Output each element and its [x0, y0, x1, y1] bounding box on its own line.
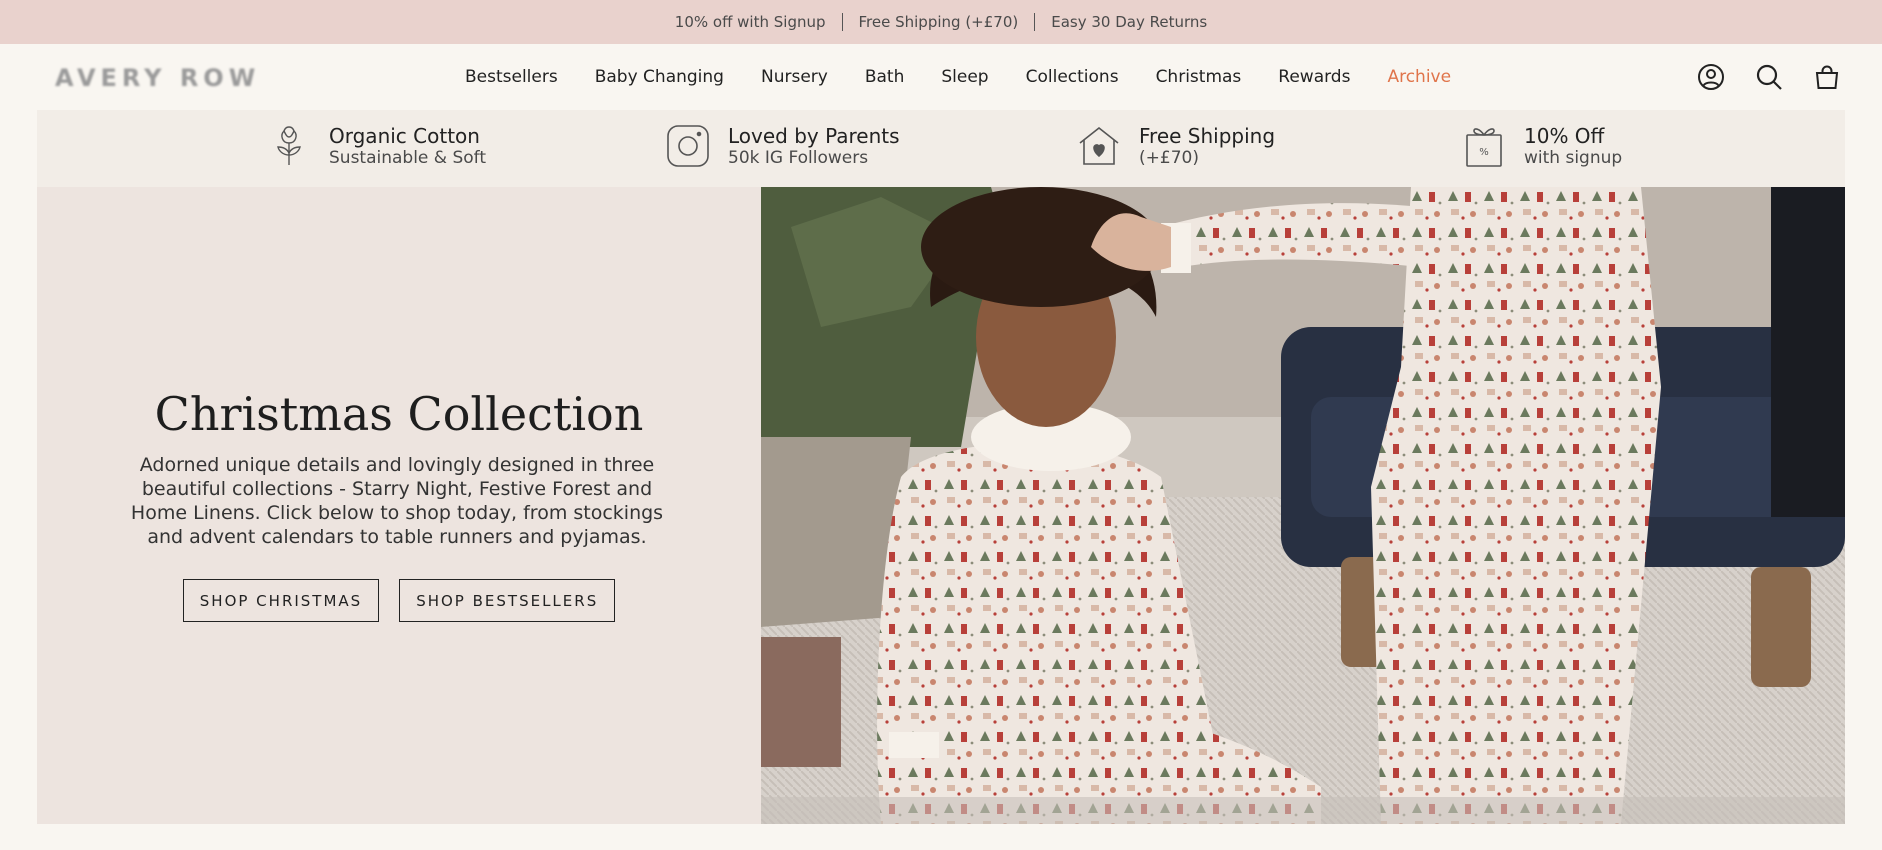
hero-description: Adorned unique details and lovingly desi…: [130, 454, 664, 548]
feature-loved-by-parents: Loved by Parents 50k IG Followers: [664, 122, 900, 170]
instagram-icon: [664, 122, 712, 170]
feature-title: 10% Off: [1524, 124, 1605, 148]
feature-title: Loved by Parents: [728, 124, 900, 148]
header-icons: [1696, 44, 1842, 110]
feature-organic-cotton: Organic Cotton Sustainable & Soft: [265, 122, 486, 170]
feature-free-shipping: Free Shipping (+£70): [1075, 122, 1275, 170]
feature-ten-percent-off: % 10% Off with signup: [1460, 122, 1622, 170]
nav-bath[interactable]: Bath: [865, 67, 905, 87]
gift-tag-icon: %: [1460, 122, 1508, 170]
nav-sleep[interactable]: Sleep: [941, 67, 988, 87]
hero-buttons: SHOP CHRISTMAS SHOP BESTSELLERS: [37, 579, 761, 622]
feature-subtitle: (+£70): [1139, 148, 1199, 168]
hero-text-panel: Christmas Collection Adorned unique deta…: [37, 187, 761, 824]
nav-nursery[interactable]: Nursery: [761, 67, 828, 87]
announcement-signup[interactable]: 10% off with Signup: [659, 13, 842, 31]
nav-bestsellers[interactable]: Bestsellers: [465, 67, 558, 87]
shop-bestsellers-button[interactable]: SHOP BESTSELLERS: [399, 579, 616, 622]
feature-subtitle: with signup: [1524, 148, 1623, 168]
search-icon[interactable]: [1754, 62, 1784, 92]
logo[interactable]: AVERY ROW: [55, 64, 260, 92]
cotton-flower-icon: [265, 122, 313, 170]
announcement-returns[interactable]: Easy 30 Day Returns: [1035, 13, 1223, 31]
announcement-shipping[interactable]: Free Shipping (+£70): [843, 13, 1035, 31]
account-icon[interactable]: [1696, 62, 1726, 92]
house-heart-icon: [1075, 122, 1123, 170]
feature-subtitle: 50k IG Followers: [728, 148, 869, 168]
feature-title: Organic Cotton: [329, 124, 480, 148]
site-header: AVERY ROW Bestsellers Baby Changing Nurs…: [0, 44, 1882, 110]
hero-image: [761, 187, 1845, 824]
nav-rewards[interactable]: Rewards: [1278, 67, 1350, 87]
svg-text:%: %: [1479, 147, 1489, 158]
shop-christmas-button[interactable]: SHOP CHRISTMAS: [182, 579, 380, 622]
hero-title: Christmas Collection: [154, 387, 644, 441]
feature-subtitle: Sustainable & Soft: [329, 148, 487, 168]
hero-photo-illustration: [761, 187, 1845, 824]
nav-archive[interactable]: Archive: [1387, 67, 1451, 87]
main-nav: Bestsellers Baby Changing Nursery Bath S…: [465, 44, 1488, 110]
announcement-bar: 10% off with Signup Free Shipping (+£70)…: [0, 0, 1882, 44]
nav-baby-changing[interactable]: Baby Changing: [595, 67, 724, 87]
features-strip: Organic Cotton Sustainable & Soft Loved …: [37, 110, 1845, 187]
nav-christmas[interactable]: Christmas: [1156, 67, 1242, 87]
cart-icon[interactable]: [1812, 62, 1842, 92]
nav-collections[interactable]: Collections: [1026, 67, 1119, 87]
feature-title: Free Shipping: [1139, 124, 1276, 148]
